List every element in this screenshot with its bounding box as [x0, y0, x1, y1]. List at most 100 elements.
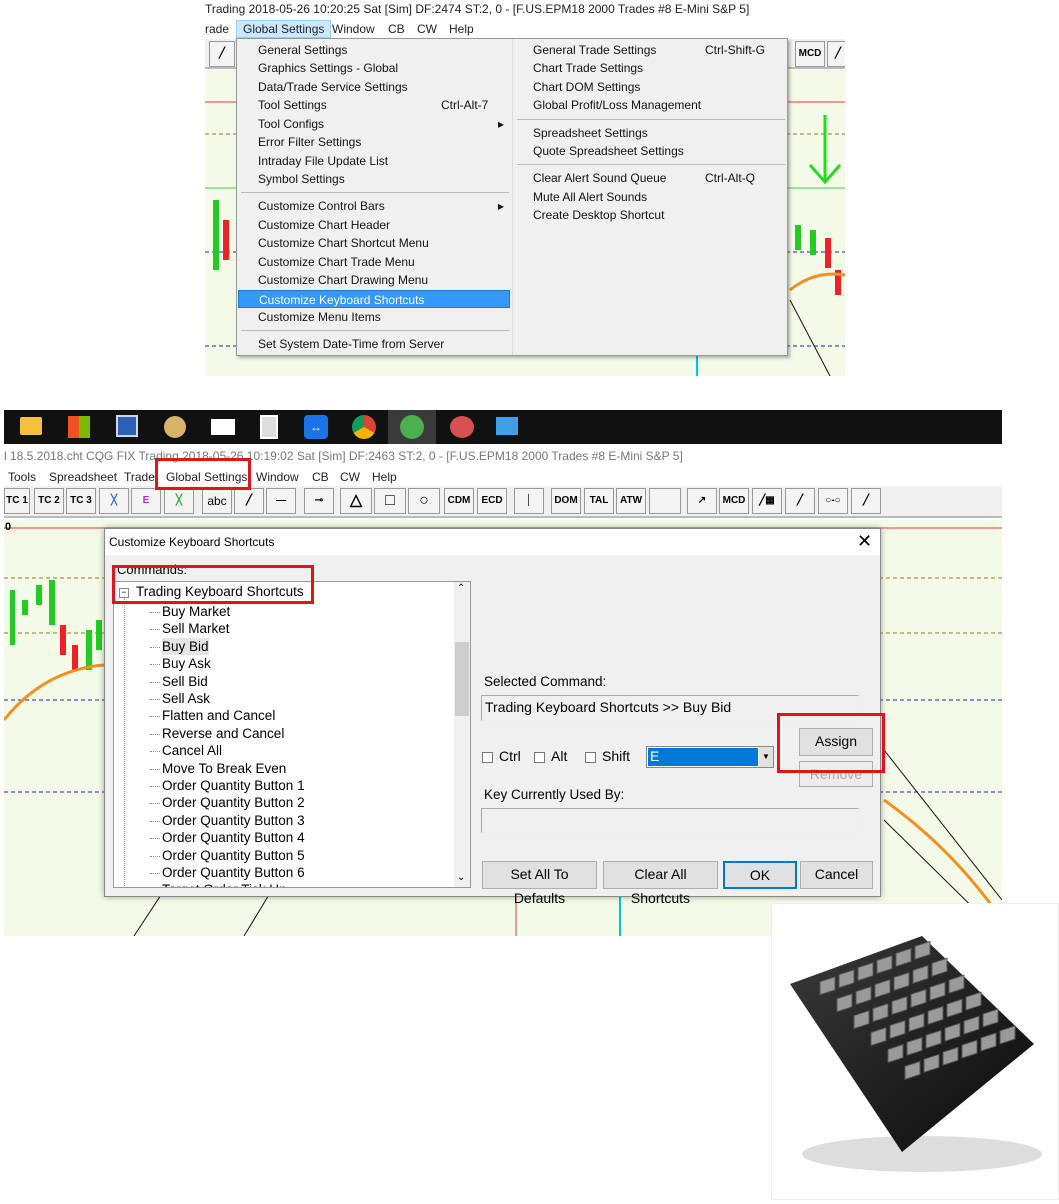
tree-scrollbar[interactable]: ⌃ ⌄ [454, 582, 470, 887]
clear-all-shortcuts-button[interactable]: Clear All Shortcuts [603, 861, 718, 906]
calculator-icon[interactable] [260, 415, 278, 439]
drawing-tool-button[interactable]: ╱ [209, 41, 235, 67]
menu-item-quote-spreadsheet-settings[interactable]: Quote Spreadsheet Settings [513, 142, 787, 160]
tree-item[interactable]: Sell Ask [149, 690, 210, 707]
store-icon[interactable] [68, 416, 90, 438]
ok-button[interactable]: OK [723, 861, 797, 889]
key-select[interactable]: E ▼ [646, 746, 774, 768]
menu-cw[interactable]: CW [340, 470, 360, 484]
tree-item[interactable]: Order Quantity Button 6 [150, 864, 305, 881]
hline-tool-button[interactable]: — [266, 488, 296, 514]
menu-item-set-system-date-time-from-server[interactable]: Set System Date-Time from Server [238, 335, 510, 353]
ecd-button[interactable]: ECD [477, 488, 507, 514]
app-icon[interactable] [450, 416, 474, 438]
menu-item-customize-chart-shortcut-menu[interactable]: Customize Chart Shortcut Menu [238, 234, 510, 252]
menu-item-global-profit-loss-management[interactable]: Global Profit/Loss Management [513, 96, 787, 114]
tc2-button[interactable]: TC 2 [34, 488, 64, 514]
ctrl-checkbox[interactable]: Ctrl [482, 748, 521, 764]
mb-tool-button[interactable]: ╳ [164, 488, 194, 514]
scroll-down-icon[interactable]: ⌄ [457, 872, 465, 883]
tree-item[interactable]: Order Quantity Button 1 [150, 777, 305, 794]
menu-item-clear-alert-sound-queue[interactable]: Clear Alert Sound Queue Ctrl-Alt-Q [513, 169, 787, 187]
menu-item-customize-control-bars[interactable]: Customize Control Bars ▸ [238, 197, 510, 215]
tree-item[interactable]: Move To Break Even [149, 760, 286, 777]
menu-cb[interactable]: CB [312, 470, 329, 484]
computer-icon[interactable] [496, 417, 518, 435]
calc-tool-button[interactable]: ╱▦ [752, 488, 782, 514]
tal-button[interactable]: TAL [584, 488, 614, 514]
tree-item[interactable]: Sell Bid [150, 673, 208, 690]
menu-item-chart-trade-settings[interactable]: Chart Trade Settings [513, 59, 787, 77]
mail-icon[interactable] [211, 419, 235, 435]
ray-tool-button[interactable]: ⊸ [304, 488, 334, 514]
menu-item-chart-dom-settings[interactable]: Chart DOM Settings [513, 78, 787, 96]
tree-item[interactable]: Flatten and Cancel [149, 707, 275, 724]
set-all-defaults-button[interactable]: Set All To Defaults [482, 861, 597, 906]
chevron-down-icon[interactable]: ▼ [759, 747, 773, 767]
menu-help[interactable]: Help [449, 22, 474, 36]
shift-checkbox-box[interactable] [585, 751, 596, 763]
menu-item-tool-configs[interactable]: Tool Configs ▸ [238, 115, 510, 133]
close-icon[interactable]: ✕ [857, 531, 872, 552]
menu-item-create-desktop-shortcut[interactable]: Create Desktop Shortcut [513, 206, 787, 224]
menu-item-mute-all-alert-sounds[interactable]: Mute All Alert Sounds [513, 188, 787, 206]
ray-line-tool-button[interactable]: ╱ [851, 488, 881, 514]
tree-item[interactable]: Buy Ask [150, 655, 211, 672]
triangle-tool-button[interactable]: △ [340, 488, 372, 514]
scroll-up-icon[interactable]: ⌃ [457, 583, 465, 594]
menu-cw[interactable]: CW [417, 22, 437, 36]
ellipse-tool-button[interactable]: ○ [408, 488, 440, 514]
tree-item[interactable]: Target Order Tick Up [162, 881, 287, 887]
tree-item[interactable]: Order Quantity Button 2 [150, 794, 305, 811]
menu-help[interactable]: Help [372, 470, 397, 484]
menu-global-settings[interactable]: Global Settings [236, 20, 332, 38]
menu-item-customize-chart-drawing-menu[interactable]: Customize Chart Drawing Menu [238, 271, 510, 289]
commands-tree[interactable]: − Trading Keyboard Shortcuts Buy Market S… [113, 581, 471, 888]
text-tool-button[interactable]: abc [202, 488, 232, 514]
menu-item-customize-chart-header[interactable]: Customize Chart Header [238, 216, 510, 234]
tree-item[interactable]: Cancel All [149, 742, 222, 759]
tree-item[interactable]: Sell Market [150, 620, 230, 637]
menu-window[interactable]: Window [332, 22, 375, 36]
menu-item-data-trade-service-settings[interactable]: Data/Trade Service Settings [238, 78, 510, 96]
save-icon[interactable] [116, 415, 138, 437]
menu-tools[interactable]: Tools [8, 470, 36, 484]
menu-item-general-settings[interactable]: General Settings [238, 41, 510, 59]
teamviewer-icon[interactable]: ↔ [304, 415, 328, 439]
alt-checkbox-box[interactable] [534, 751, 545, 763]
menu-item-customize-chart-trade-menu[interactable]: Customize Chart Trade Menu [238, 253, 510, 271]
menu-trade[interactable]: Trade [124, 470, 155, 484]
ctrl-checkbox-box[interactable] [482, 751, 493, 763]
menu-item-spreadsheet-settings[interactable]: Spreadsheet Settings [513, 124, 787, 142]
menu-item-tool-settings[interactable]: Tool Settings Ctrl-Alt-7 [238, 96, 510, 114]
mcd-button[interactable]: MCD [795, 41, 825, 67]
menu-trade[interactable]: rade [205, 22, 229, 36]
tree-item[interactable]: Order Quantity Button 5 [150, 847, 305, 864]
arrow-tool-button[interactable]: ↗ [687, 488, 717, 514]
vline-tool-button[interactable]: │ [514, 488, 544, 514]
menu-spreadsheet[interactable]: Spreadsheet [49, 470, 117, 484]
fan-tool-button[interactable]: ╳ [99, 488, 129, 514]
atw-button[interactable]: ATW [616, 488, 646, 514]
tree-item[interactable]: Buy Bid [150, 637, 209, 655]
alt-checkbox[interactable]: Alt [534, 748, 567, 764]
line-tool-button[interactable]: ╱ [827, 41, 845, 67]
tree-item[interactable]: Order Quantity Button 4 [150, 829, 305, 846]
shift-checkbox[interactable]: Shift [585, 748, 630, 764]
cdm-button[interactable]: CDM [444, 488, 474, 514]
menu-item-symbol-settings[interactable]: Symbol Settings [238, 170, 510, 188]
globe-icon[interactable] [388, 410, 436, 444]
menu-item-customize-keyboard-shortcuts[interactable]: Customize Keyboard Shortcuts [238, 290, 510, 308]
tree-item[interactable]: Reverse and Cancel [149, 725, 284, 742]
tree-item[interactable]: Buy Market [149, 603, 230, 620]
menu-window[interactable]: Window [256, 470, 299, 484]
tree-item[interactable]: Order Quantity Button 3 [150, 812, 305, 829]
chrome-icon[interactable] [352, 415, 376, 439]
file-explorer-icon[interactable] [20, 417, 42, 435]
menu-item-customize-menu-items[interactable]: Customize Menu Items [238, 308, 510, 326]
menu-item-error-filter-settings[interactable]: Error Filter Settings [238, 133, 510, 151]
hsegment-tool-button[interactable]: ○-○ [818, 488, 848, 514]
paint-icon[interactable] [164, 416, 186, 438]
mcd-button[interactable]: MCD [719, 488, 749, 514]
dom-button[interactable]: DOM [551, 488, 581, 514]
